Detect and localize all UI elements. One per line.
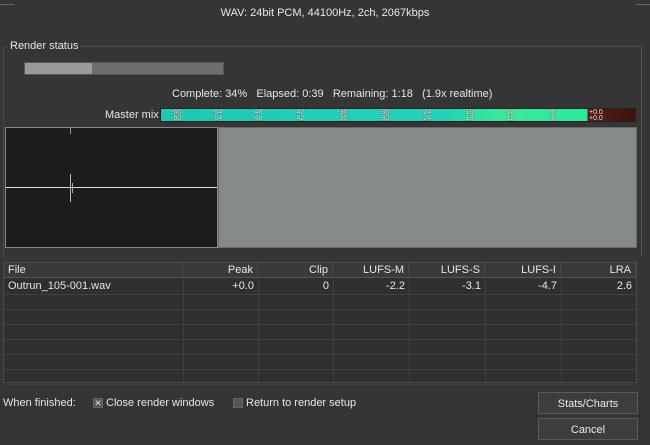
table-cell-lufs-i: -4.7 (538, 280, 557, 292)
meter-tick-label: -18 (463, 115, 474, 122)
waveform-unrendered-area (218, 127, 637, 248)
table-grid-line (4, 324, 636, 325)
column-header-clip[interactable]: Clip (258, 263, 333, 278)
table-grid-line (485, 279, 486, 382)
column-header-file[interactable]: File (4, 263, 183, 278)
table-grid-line (4, 384, 636, 385)
meter-tick-label: -6 (549, 115, 556, 122)
meter-tick-label: -12 (504, 115, 515, 122)
waveform-peak (70, 128, 71, 134)
render-stats-table[interactable]: File Peak Clip LUFS-M LUFS-S LUFS-I LRA Outrun_… (3, 262, 637, 385)
meter-tick-label: -48 (252, 115, 263, 122)
meter-tick-label: -30 (379, 115, 390, 122)
table-cell-lra: 2.6 (616, 280, 632, 292)
waveform-transient (70, 174, 71, 202)
table-cell-peak: +0.0 (232, 280, 254, 292)
column-header-lufs-i[interactable]: LUFS-I (485, 263, 561, 278)
format-info: WAV: 24bit PCM, 44100Hz, 2ch, 2067kbps (220, 7, 430, 19)
waveform-view (5, 127, 218, 248)
render-progress-fill (25, 63, 93, 74)
meter-tick-label: -54 (212, 115, 223, 122)
table-cell-lufs-m: -2.2 (386, 280, 405, 292)
master-mix-meter: -60 -54 -48 -42 -36 -30 -24 -18 -12 -6 +0.0 -60 -54-… (160, 108, 636, 122)
table-cell-lufs-s: -3.1 (462, 280, 481, 292)
table-grid-line (333, 279, 334, 382)
meter-tick-label: +0.0 (589, 115, 603, 122)
column-header-lufs-m[interactable]: LUFS-M (333, 263, 409, 278)
table-grid-line (4, 354, 636, 355)
waveform-centerline (6, 187, 217, 188)
table-grid-line (4, 339, 636, 340)
close-render-windows-label[interactable]: Close render windows (106, 397, 214, 409)
table-grid-line (4, 294, 636, 295)
table-grid-line (409, 279, 410, 382)
column-header-lra[interactable]: LRA (561, 263, 636, 278)
table-row[interactable]: Outrun_105-001.wav +0.0 0 -2.2 -3.1 -4.7 2.6 (4, 279, 636, 294)
table-grid-line (4, 309, 636, 310)
return-to-setup-label[interactable]: Return to render setup (246, 397, 356, 409)
table-grid-line (561, 279, 562, 382)
table-grid-line (183, 279, 184, 382)
render-progress-bar (24, 62, 224, 75)
table-cell-file: Outrun_105-001.wav (8, 280, 111, 292)
meter-tick-label: -24 (421, 115, 432, 122)
render-status-label: Render status (8, 40, 81, 52)
close-render-windows-checkbox[interactable]: ✕ (93, 398, 103, 408)
table-cell-clip: 0 (322, 280, 329, 292)
meter-tick-label: -60 (171, 115, 182, 122)
render-stats-text: Complete: 34% Elapsed: 0:39 Remaining: 1… (172, 88, 493, 100)
cancel-button[interactable]: Cancel (538, 418, 638, 440)
return-to-setup-checkbox[interactable] (233, 398, 243, 408)
when-finished-label: When finished: (3, 397, 76, 409)
column-header-peak[interactable]: Peak (183, 263, 258, 278)
meter-tick-label: -36 (337, 115, 348, 122)
stats-charts-button[interactable]: Stats/Charts (538, 392, 638, 414)
meter-tick-label: -42 (294, 115, 305, 122)
table-grid-line (4, 369, 636, 370)
master-mix-label: Master mix (105, 109, 159, 121)
table-grid-line (258, 279, 259, 382)
window-edge-right (636, 0, 650, 5)
column-header-lufs-s[interactable]: LUFS-S (409, 263, 485, 278)
waveform-transient (72, 183, 73, 193)
window-edge-left (0, 0, 14, 5)
